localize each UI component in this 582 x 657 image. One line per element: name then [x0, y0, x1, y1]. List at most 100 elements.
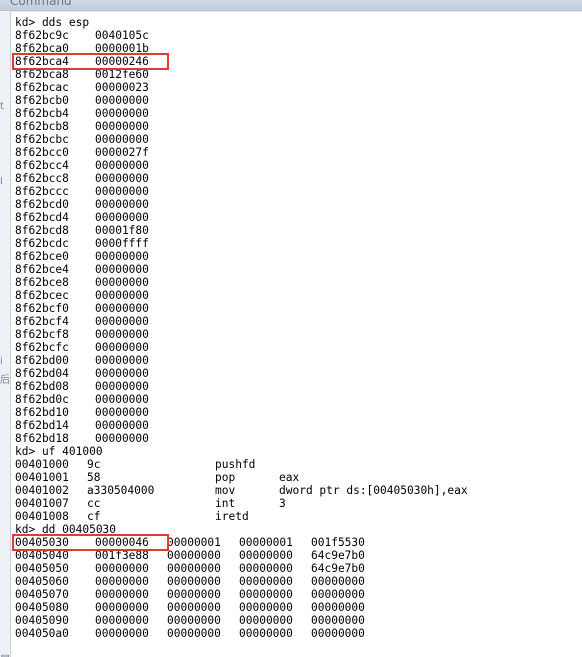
output-line: 8f62bcf4 00000000 [15, 315, 575, 328]
address-text: 8f62bd04 [15, 367, 69, 380]
output-line: 00401007 cc int 3 [15, 497, 575, 510]
left-edge-glyph: I [0, 176, 3, 187]
address-text: 00405060 [15, 575, 69, 588]
value-text: 00000000 [239, 575, 293, 588]
output-line: 8f62bd14 00000000 [15, 419, 575, 432]
value-text: 00000000 [95, 393, 149, 406]
address-text: 8f62bcbc [15, 133, 69, 146]
output-line: 8f62bce8 00000000 [15, 276, 575, 289]
value-text: a330504000 [87, 484, 155, 497]
output-line: 8f62bd04 00000000 [15, 367, 575, 380]
address-text: 00405090 [15, 614, 69, 627]
value-text: 64c9e7b0 [311, 549, 365, 562]
output-line: 8f62bd08 00000000 [15, 380, 575, 393]
left-edge-glyph: 后 [0, 375, 10, 386]
address-text: 8f62bcc8 [15, 172, 69, 185]
value-text: 00000000 [95, 263, 149, 276]
output-line: 8f62bcf0 00000000 [15, 302, 575, 315]
value-text: 00000000 [239, 601, 293, 614]
value-text: 00000000 [311, 601, 365, 614]
value-text: 00000000 [167, 601, 221, 614]
output-line: 8f62bd18 00000000 [15, 432, 575, 445]
value-text: 00001f80 [95, 224, 149, 237]
output-line: 8f62bca8 0012fe60 [15, 68, 575, 81]
value-text: 00000000 [167, 588, 221, 601]
output-line: 004050a0 00000000 00000000 00000000 00000000 [15, 627, 575, 640]
address-text: 00405040 [15, 549, 69, 562]
value-text: 00000000 [167, 575, 221, 588]
command-prompt-line: kd> dds esp [15, 16, 575, 29]
address-text: 00405030 [15, 536, 69, 549]
value-text: 00000000 [167, 549, 221, 562]
value-text: 00000000 [95, 328, 149, 341]
address-text: 8f62bd00 [15, 354, 69, 367]
value-text: 00000000 [311, 575, 365, 588]
value-text: 00000246 [95, 55, 149, 68]
output-line: 8f62bcb4 00000000 [15, 107, 575, 120]
address-text: 00401007 [15, 497, 69, 510]
output-line: 8f62bce0 00000000 [15, 250, 575, 263]
address-text: 8f62bcd0 [15, 198, 69, 211]
address-text: kd> dd 00405030 [15, 523, 117, 536]
left-edge-glyph: t [0, 101, 4, 112]
output-line: 8f62bd00 00000000 [15, 354, 575, 367]
output-line: 8f62bce4 00000000 [15, 263, 575, 276]
address-text: 004050a0 [15, 627, 69, 640]
output-line: 8f62bcac 00000023 [15, 81, 575, 94]
output-line: 8f62bcc4 00000000 [15, 159, 575, 172]
output-line: 00405060 00000000 00000000 00000000 00000000 [15, 575, 575, 588]
value-text: 00000000 [95, 575, 149, 588]
address-text: 8f62bd14 [15, 419, 69, 432]
value-text: 00000000 [95, 562, 149, 575]
output-line: 8f62bca4 00000246 [15, 55, 575, 68]
value-text: 00000000 [95, 198, 149, 211]
address-text: 8f62bcdc [15, 237, 69, 250]
value-text: 00000046 [95, 536, 149, 549]
address-text: 8f62bcb0 [15, 94, 69, 107]
value-text: eax [279, 471, 300, 484]
value-text: 00000000 [95, 289, 149, 302]
value-text: 0000ffff [95, 237, 149, 250]
output-line: 8f62bcb0 00000000 [15, 94, 575, 107]
output-line: 8f62bcf8 00000000 [15, 328, 575, 341]
output-line: 8f62bca0 0000001b [15, 42, 575, 55]
output-line: 8f62bccc 00000000 [15, 185, 575, 198]
address-text: 00405080 [15, 601, 69, 614]
left-edge-glyph: 屏 [0, 651, 10, 657]
value-text: 00000000 [167, 627, 221, 640]
output-line: 8f62bcfc 00000000 [15, 341, 575, 354]
value-text: 00000000 [239, 549, 293, 562]
address-text: 8f62bca0 [15, 42, 69, 55]
value-text: 00000000 [239, 614, 293, 627]
address-text: 8f62bcf4 [15, 315, 69, 328]
left-panel-edge: t Ii后屏 [0, 11, 11, 657]
output-line: 8f62bd10 00000000 [15, 406, 575, 419]
value-text: 00000000 [95, 185, 149, 198]
value-text: cf [87, 510, 101, 523]
value-text: 00000001 [239, 536, 293, 549]
address-text: 00405070 [15, 588, 69, 601]
value-text: pop [215, 471, 236, 484]
left-edge-glyph: i [0, 356, 3, 367]
address-text: 8f62bcb4 [15, 107, 69, 120]
output-line: 00405080 00000000 00000000 00000000 00000000 [15, 601, 575, 614]
output-line: 8f62bcbc 00000000 [15, 133, 575, 146]
output-line: 00401002 a330504000 mov dword ptr ds:[00405… [15, 484, 575, 497]
output-line: 8f62bcc8 00000000 [15, 172, 575, 185]
address-text: 8f62bd08 [15, 380, 69, 393]
address-text: 8f62bce8 [15, 276, 69, 289]
address-text: 8f62bcd4 [15, 211, 69, 224]
value-text: 0012fe60 [95, 68, 149, 81]
command-output[interactable]: kd> dds esp 8f62bc9c 0040105c 8f62bca0 00000… [11, 11, 582, 657]
output-line: 00405030 00000046 00000001 00000001 001f5530 [15, 536, 575, 549]
title-bar[interactable]: Command [0, 0, 582, 11]
command-prompt-line: kd> dd 00405030 [15, 523, 575, 536]
value-text: mov [215, 484, 236, 497]
window-title: Command [10, 0, 72, 8]
value-text: 00000000 [95, 120, 149, 133]
address-text: 8f62bcf8 [15, 328, 69, 341]
value-text: 0000001b [95, 42, 149, 55]
value-text: 00000000 [95, 250, 149, 263]
address-text: 8f62bcc0 [15, 146, 69, 159]
value-text: 00000000 [95, 133, 149, 146]
